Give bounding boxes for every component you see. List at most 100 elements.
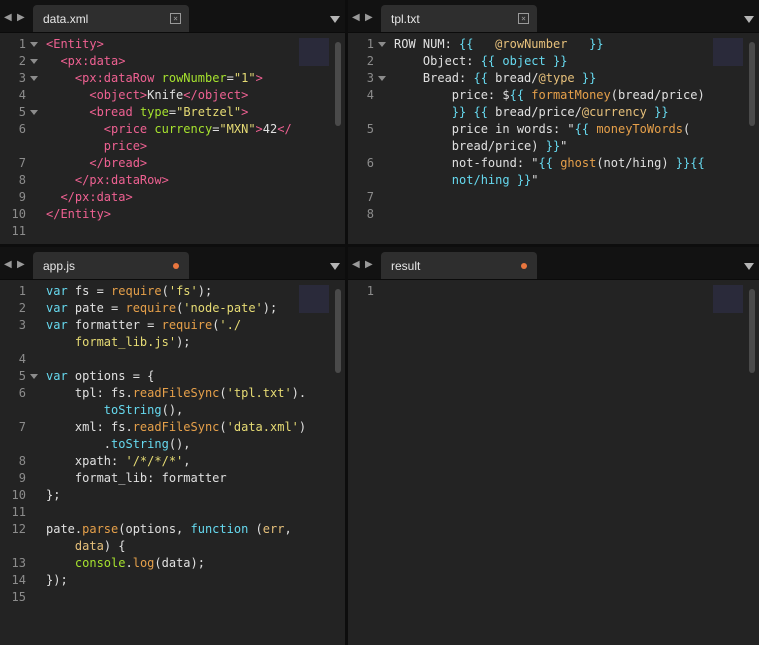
line-number: 8: [18, 173, 26, 187]
line-number: [0, 334, 26, 351]
fold-chevron-down-icon[interactable]: [30, 76, 38, 81]
line-number: 7: [18, 420, 26, 434]
tab-label: result: [391, 259, 421, 273]
code-line: var options = {: [46, 369, 155, 383]
line-number: 4: [18, 352, 26, 366]
line-number: 9: [18, 471, 26, 485]
code-line: format_lib: formatter: [46, 471, 227, 485]
line-number: 1: [0, 36, 38, 53]
tab-scroll-right-icon[interactable]: ▶: [365, 259, 373, 270]
line-number-gutter: 12345678: [348, 36, 386, 244]
minimap[interactable]: [299, 38, 329, 66]
code-area[interactable]: <Entity> <px:data> <px:dataRow rowNumber…: [46, 36, 315, 240]
tab-label: app.js: [43, 259, 76, 273]
code-line: xpath: '/*/*/*',: [46, 454, 191, 468]
minimap[interactable]: [299, 285, 329, 313]
tab-menu-chevron-down-icon[interactable]: [330, 263, 340, 270]
fold-chevron-down-icon[interactable]: [378, 42, 386, 47]
tab-scroll-left-icon[interactable]: ◀: [4, 12, 12, 23]
tab-label: tpl.txt: [391, 12, 420, 26]
tab-bar: ◀ ▶ result: [348, 247, 759, 280]
line-number: 14: [11, 573, 26, 587]
code-area[interactable]: var fs = require('fs'); var pate = requir…: [46, 283, 315, 606]
tab-scroll-left-icon[interactable]: ◀: [352, 12, 360, 23]
tab-scroll-right-icon[interactable]: ▶: [17, 12, 25, 23]
vertical-scrollbar[interactable]: [749, 289, 755, 373]
code-line: <px:data>: [60, 54, 126, 68]
fold-chevron-down-icon[interactable]: [30, 42, 38, 47]
code-line: </bread>: [89, 156, 148, 170]
fold-chevron-down-icon[interactable]: [378, 76, 386, 81]
modified-dot-icon[interactable]: [173, 263, 179, 269]
line-number-gutter: 1 2 3 4 5 6 7 8 9 10 11 12 13 14 15: [0, 283, 38, 645]
tab-scroll-right-icon[interactable]: ▶: [365, 12, 373, 23]
tab-scroll-left-icon[interactable]: ◀: [352, 259, 360, 270]
code-line: price in words: "{{ moneyToWords(: [394, 122, 691, 136]
line-number: 6: [18, 386, 26, 400]
line-number: 11: [11, 224, 26, 238]
code-line: bread/price) }}": [394, 139, 568, 153]
code-line: <object>Knife</object>: [89, 88, 249, 102]
vertical-splitter[interactable]: [345, 0, 348, 645]
code-line: </Entity>: [46, 207, 112, 221]
tab-label: data.xml: [43, 12, 89, 26]
code-line: data) {: [74, 539, 126, 553]
vertical-scrollbar[interactable]: [335, 42, 341, 126]
fold-chevron-down-icon[interactable]: [30, 110, 38, 115]
line-number: 10: [11, 207, 26, 221]
tab-result[interactable]: result: [381, 252, 537, 279]
tab-scroll-left-icon[interactable]: ◀: [4, 259, 12, 270]
tab-bar: ◀ ▶ tpl.txt ×: [348, 0, 759, 33]
code-line: format_lib.js');: [74, 335, 191, 349]
line-number: 4: [366, 88, 374, 102]
tab-bar: ◀ ▶ app.js: [0, 247, 345, 280]
modified-dot-icon[interactable]: [521, 263, 527, 269]
pane-app-js: ◀ ▶ app.js 1 2 3 4 5 6 7 8 9 10 11 12 13 14 15 var fs = re…: [0, 247, 345, 645]
line-number: [0, 436, 26, 453]
tab-app-js[interactable]: app.js: [33, 252, 189, 279]
vertical-scrollbar[interactable]: [749, 42, 755, 126]
pane-data-xml: ◀ ▶ data.xml × 1 2 3 4 5 6 7 8 9 10 11 <Entity> <px:dat…: [0, 0, 345, 244]
line-number: 1: [366, 284, 374, 298]
code-area[interactable]: ROW NUM: {{ @rowNumber }} Object: {{ obj…: [394, 36, 729, 223]
code-line: toString(),: [103, 403, 184, 417]
line-number-gutter: 1: [348, 283, 386, 645]
code-line: var formatter = require('./: [46, 318, 242, 332]
code-line: ROW NUM: {{ @rowNumber }}: [394, 37, 604, 51]
minimap[interactable]: [713, 285, 743, 313]
code-line: <bread type="Bretzel">: [89, 105, 249, 119]
line-number: 9: [18, 190, 26, 204]
code-line: </px:dataRow>: [74, 173, 169, 187]
line-number: 5: [0, 104, 38, 121]
tab-scroll-right-icon[interactable]: ▶: [17, 259, 25, 270]
fold-chevron-down-icon[interactable]: [30, 374, 38, 379]
code-area[interactable]: [394, 283, 729, 300]
tab-bar: ◀ ▶ data.xml ×: [0, 0, 345, 33]
code-line: var pate = require('node-pate');: [46, 301, 278, 315]
code-line: <price currency="MXN">42</: [103, 122, 292, 136]
code-line: .toString(),: [46, 437, 191, 451]
line-number: 1: [348, 36, 386, 53]
close-icon[interactable]: ×: [518, 13, 529, 24]
line-number: 4: [18, 88, 26, 102]
close-icon[interactable]: ×: [170, 13, 181, 24]
vertical-scrollbar[interactable]: [335, 289, 341, 373]
tab-menu-chevron-down-icon[interactable]: [744, 263, 754, 270]
tab-data-xml[interactable]: data.xml ×: [33, 5, 189, 32]
tab-menu-chevron-down-icon[interactable]: [744, 16, 754, 23]
horizontal-splitter[interactable]: [0, 244, 759, 247]
code-line: not/hing }}": [451, 173, 539, 187]
code-line: xml: fs.readFileSync('data.xml'): [46, 420, 307, 434]
minimap[interactable]: [713, 38, 743, 66]
tab-tpl-txt[interactable]: tpl.txt ×: [381, 5, 537, 32]
code-line: <px:dataRow rowNumber="1">: [74, 71, 263, 85]
fold-chevron-down-icon[interactable]: [30, 59, 38, 64]
line-number: 3: [0, 70, 38, 87]
line-number: 1: [18, 284, 26, 298]
tab-menu-chevron-down-icon[interactable]: [330, 16, 340, 23]
